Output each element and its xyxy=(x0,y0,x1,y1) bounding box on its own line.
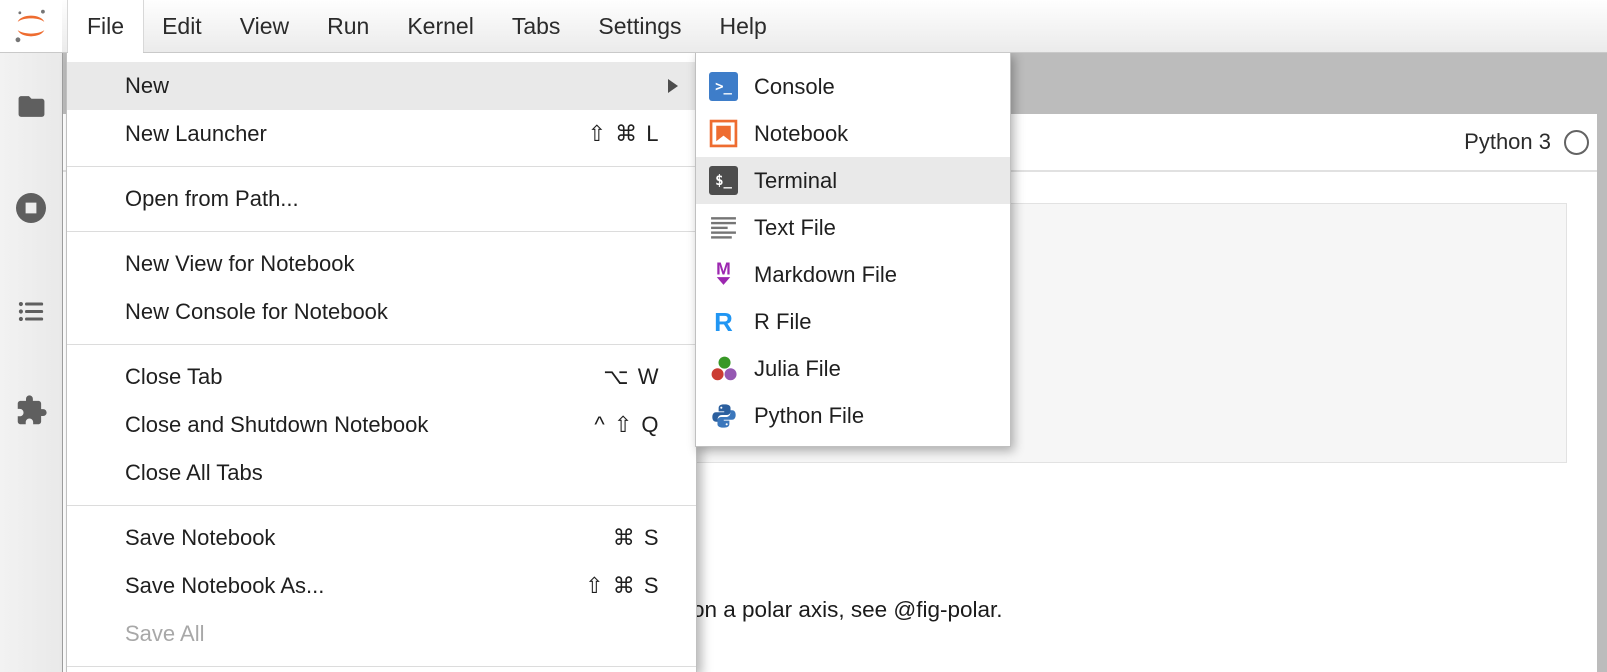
panel-edge-strip xyxy=(1597,52,1607,672)
menu-item-shortcut: ^ ⇧ Q xyxy=(594,412,660,438)
menu-item-label: Text File xyxy=(754,215,990,241)
markdown-file-icon: M xyxy=(709,260,738,289)
menubar-item-kernel[interactable]: Kernel xyxy=(388,0,492,52)
file-menu-item-new[interactable]: New xyxy=(67,62,696,110)
menu-item-label: Close Tab xyxy=(125,364,603,390)
menu-bar-items: FileEditViewRunKernelTabsSettingsHelp xyxy=(62,0,786,52)
submenu-item-text-file[interactable]: Text File xyxy=(696,204,1010,251)
menu-item-shortcut: ⌥ W xyxy=(603,364,660,390)
extensions-icon[interactable] xyxy=(0,384,62,436)
julia-file-icon xyxy=(709,354,738,383)
file-menu-item-save-notebook[interactable]: Save Notebook⌘ S xyxy=(67,514,696,562)
menu-item-label: Save Notebook As... xyxy=(125,573,585,599)
kernel-indicator[interactable]: Python 3 xyxy=(1464,129,1589,155)
menu-separator xyxy=(67,666,696,667)
menubar-item-help[interactable]: Help xyxy=(701,0,786,52)
svg-text:R: R xyxy=(714,309,733,336)
submenu-item-console[interactable]: >_ Console xyxy=(696,63,1010,110)
submenu-item-terminal[interactable]: $_ Terminal xyxy=(696,157,1010,204)
menu-item-label: New xyxy=(125,73,660,99)
submenu-item-python-file[interactable]: Python File xyxy=(696,392,1010,439)
text-file-icon xyxy=(709,213,738,242)
menu-item-label: Python File xyxy=(754,403,990,429)
menu-item-label: Console xyxy=(754,74,990,100)
menubar-item-file[interactable]: File xyxy=(68,0,143,52)
menu-item-label: Close All Tabs xyxy=(125,460,660,486)
jupyter-logo-icon xyxy=(12,7,50,45)
menubar-item-run[interactable]: Run xyxy=(308,0,388,52)
terminal-icon: $_ xyxy=(709,166,738,195)
menu-item-label: Save Notebook xyxy=(125,525,613,551)
file-menu-item-close-all-tabs[interactable]: Close All Tabs xyxy=(67,449,696,497)
menu-item-label: Save All xyxy=(125,621,660,647)
menu-item-label: Julia File xyxy=(754,356,990,382)
file-menu-item-new-view-for-notebook[interactable]: New View for Notebook xyxy=(67,240,696,288)
submenu-item-julia-file[interactable]: Julia File xyxy=(696,345,1010,392)
r-file-icon: R xyxy=(709,307,738,336)
file-menu-item-close-tab[interactable]: Close Tab⌥ W xyxy=(67,353,696,401)
menu-item-shortcut: ⌘ S xyxy=(613,525,660,551)
menu-item-label: Markdown File xyxy=(754,262,990,288)
menu-item-label: R File xyxy=(754,309,990,335)
file-menu-item-open-from-path[interactable]: Open from Path... xyxy=(67,175,696,223)
svg-text:M: M xyxy=(716,260,731,279)
menu-separator xyxy=(67,231,696,232)
menubar-item-view[interactable]: View xyxy=(221,0,308,52)
main-menu-bar: FileEditViewRunKernelTabsSettingsHelp xyxy=(0,0,1607,53)
submenu-item-r-file[interactable]: R R File xyxy=(696,298,1010,345)
menu-item-label: Notebook xyxy=(754,121,990,147)
file-menu-item-save-all: Save All xyxy=(67,610,696,658)
menu-item-label: New Launcher xyxy=(125,121,588,147)
python-file-icon xyxy=(709,401,738,430)
submenu-item-markdown-file[interactable]: M Markdown File xyxy=(696,251,1010,298)
menu-item-label: Close and Shutdown Notebook xyxy=(125,412,594,438)
menu-item-label: Terminal xyxy=(754,168,990,194)
file-menu-item-close-and-shutdown-notebook[interactable]: Close and Shutdown Notebook^ ⇧ Q xyxy=(67,401,696,449)
notebook-icon xyxy=(709,119,738,148)
new-submenu-dropdown: >_ Console Notebook $_ Terminal Text File M Mar… xyxy=(695,52,1011,447)
kernel-name: Python 3 xyxy=(1464,129,1551,155)
left-sidebar xyxy=(0,52,63,672)
submenu-item-notebook[interactable]: Notebook xyxy=(696,110,1010,157)
menu-item-label: New View for Notebook xyxy=(125,251,660,277)
submenu-arrow-icon xyxy=(668,79,678,93)
file-menu-item-save-notebook-as[interactable]: Save Notebook As...⇧ ⌘ S xyxy=(67,562,696,610)
menu-item-shortcut: ⇧ ⌘ S xyxy=(585,573,660,599)
markdown-cell-text[interactable]: on a polar axis, see @fig-polar. xyxy=(692,597,1003,623)
file-menu-dropdown: New New Launcher⇧ ⌘ L Open from Path... New… xyxy=(66,52,697,672)
table-of-contents-icon[interactable] xyxy=(0,285,62,337)
menu-separator xyxy=(67,166,696,167)
menu-item-shortcut: ⇧ ⌘ L xyxy=(588,121,660,147)
running-kernels-icon[interactable] xyxy=(0,182,62,234)
menu-separator xyxy=(67,505,696,506)
jupyter-logo xyxy=(0,0,62,52)
menubar-item-tabs[interactable]: Tabs xyxy=(493,0,580,52)
file-menu-item-new-console-for-notebook[interactable]: New Console for Notebook xyxy=(67,288,696,336)
folder-icon[interactable] xyxy=(0,80,62,132)
kernel-status-icon[interactable] xyxy=(1564,130,1589,155)
menu-item-label: Open from Path... xyxy=(125,186,660,212)
menubar-item-settings[interactable]: Settings xyxy=(579,0,700,52)
menu-separator xyxy=(67,344,696,345)
menu-item-label: New Console for Notebook xyxy=(125,299,660,325)
file-menu-item-new-launcher[interactable]: New Launcher⇧ ⌘ L xyxy=(67,110,696,158)
console-icon: >_ xyxy=(709,72,738,101)
menubar-item-edit[interactable]: Edit xyxy=(143,0,221,52)
jupyterlab-window: Python 3 on a polar axis, see @fig-polar… xyxy=(0,0,1607,672)
